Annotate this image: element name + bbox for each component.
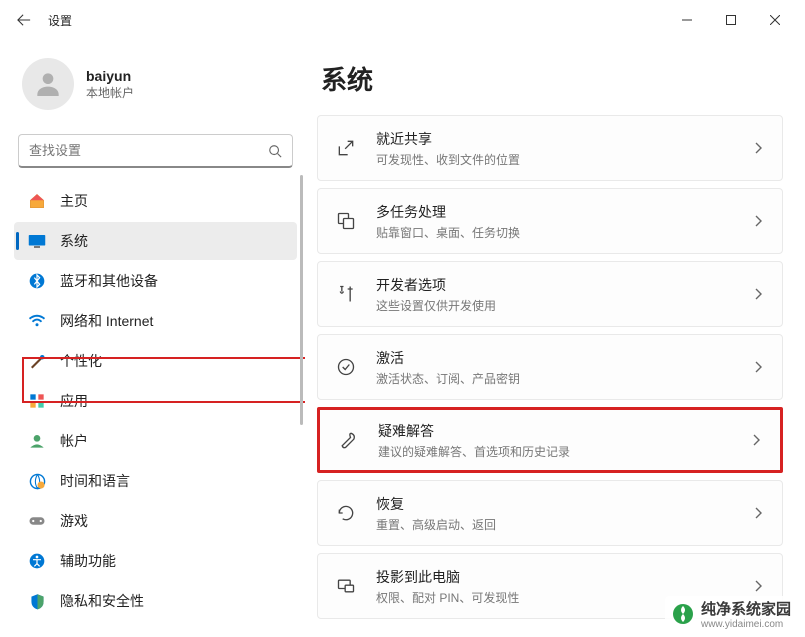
- sidebar-item-accessibility[interactable]: 辅助功能: [14, 542, 297, 580]
- globe-clock-icon: [28, 472, 46, 490]
- chevron-right-icon: [750, 213, 766, 229]
- titlebar: 设置: [0, 0, 805, 40]
- sidebar-item-time[interactable]: 时间和语言: [14, 462, 297, 500]
- card-subtitle: 可发现性、收到文件的位置: [376, 151, 750, 168]
- card-multitasking[interactable]: 多任务处理 贴靠窗口、桌面、任务切换: [317, 188, 783, 254]
- card-subtitle: 激活状态、订阅、产品密钥: [376, 370, 750, 387]
- sidebar-item-accounts[interactable]: 帐户: [14, 422, 297, 460]
- minimize-icon: [682, 15, 692, 25]
- card-subtitle: 重置、高级启动、返回: [376, 516, 750, 533]
- card-title: 恢复: [376, 494, 750, 514]
- system-icon: [28, 232, 46, 250]
- sidebar: baiyun 本地帐户 主页 系统 蓝牙和其他设备: [0, 40, 305, 637]
- sidebar-item-label: 个性化: [60, 351, 102, 371]
- sidebar-item-bluetooth[interactable]: 蓝牙和其他设备: [14, 262, 297, 300]
- chevron-right-icon: [750, 505, 766, 521]
- card-title: 就近共享: [376, 129, 750, 149]
- watermark-logo-icon: [671, 602, 695, 626]
- window-controls: [665, 4, 797, 36]
- user-block[interactable]: baiyun 本地帐户: [14, 50, 297, 128]
- sidebar-item-label: 帐户: [60, 431, 88, 451]
- card-subtitle: 建议的疑难解答、首选项和历史记录: [378, 443, 748, 460]
- multitask-icon: [334, 209, 358, 233]
- content-area: 系统 就近共享 可发现性、收到文件的位置 多任务处理 贴靠窗口、桌面、任务切换: [305, 40, 805, 637]
- account-icon: [28, 432, 46, 450]
- recovery-icon: [334, 501, 358, 525]
- page-title: 系统: [321, 60, 783, 97]
- sidebar-item-label: 蓝牙和其他设备: [60, 271, 158, 291]
- card-subtitle: 这些设置仅供开发使用: [376, 297, 750, 314]
- user-name: baiyun: [86, 68, 134, 84]
- chevron-right-icon: [748, 432, 764, 448]
- search-icon: [268, 144, 282, 158]
- bluetooth-icon: [28, 272, 46, 290]
- watermark-url: www.yidaimei.com: [701, 619, 791, 630]
- minimize-button[interactable]: [665, 4, 709, 36]
- sidebar-item-gaming[interactable]: 游戏: [14, 502, 297, 540]
- check-circle-icon: [334, 355, 358, 379]
- share-icon: [334, 136, 358, 160]
- card-title: 投影到此电脑: [376, 567, 750, 587]
- card-title: 疑难解答: [378, 421, 748, 441]
- accessibility-icon: [28, 552, 46, 570]
- watermark: 纯净系统家园 www.yidaimei.com: [665, 596, 797, 632]
- sidebar-item-apps[interactable]: 应用: [14, 382, 297, 420]
- avatar: [22, 58, 74, 110]
- sidebar-item-privacy[interactable]: 隐私和安全性: [14, 582, 297, 620]
- sidebar-item-label: 主页: [60, 191, 88, 211]
- card-developer[interactable]: 开发者选项 这些设置仅供开发使用: [317, 261, 783, 327]
- user-subtitle: 本地帐户: [86, 84, 134, 101]
- back-button[interactable]: [8, 4, 40, 36]
- watermark-text: 纯净系统家园: [701, 598, 791, 619]
- sidebar-scrollbar[interactable]: [300, 175, 303, 425]
- card-recovery[interactable]: 恢复 重置、高级启动、返回: [317, 480, 783, 546]
- project-icon: [334, 574, 358, 598]
- chevron-right-icon: [750, 578, 766, 594]
- user-icon: [32, 68, 64, 100]
- tools-icon: [334, 282, 358, 306]
- sidebar-item-label: 系统: [60, 231, 88, 251]
- arrow-left-icon: [17, 13, 31, 27]
- maximize-icon: [726, 15, 736, 25]
- close-icon: [770, 15, 780, 25]
- search-input[interactable]: [29, 143, 268, 158]
- sidebar-item-label: 辅助功能: [60, 551, 116, 571]
- card-title: 激活: [376, 348, 750, 368]
- sidebar-item-label: 应用: [60, 391, 88, 411]
- card-title: 开发者选项: [376, 275, 750, 295]
- chevron-right-icon: [750, 140, 766, 156]
- chevron-right-icon: [750, 359, 766, 375]
- maximize-button[interactable]: [709, 4, 753, 36]
- card-nearby-sharing[interactable]: 就近共享 可发现性、收到文件的位置: [317, 115, 783, 181]
- wifi-icon: [28, 312, 46, 330]
- settings-cards: 就近共享 可发现性、收到文件的位置 多任务处理 贴靠窗口、桌面、任务切换 开发者…: [317, 115, 783, 622]
- sidebar-item-network[interactable]: 网络和 Internet: [14, 302, 297, 340]
- sidebar-item-system[interactable]: 系统: [14, 222, 297, 260]
- brush-icon: [28, 352, 46, 370]
- shield-icon: [28, 592, 46, 610]
- nav-list: 主页 系统 蓝牙和其他设备 网络和 Internet 个性化: [14, 182, 297, 620]
- sidebar-item-label: 网络和 Internet: [60, 311, 153, 331]
- sidebar-item-label: 隐私和安全性: [60, 591, 144, 611]
- card-subtitle: 贴靠窗口、桌面、任务切换: [376, 224, 750, 241]
- search-box[interactable]: [18, 134, 293, 168]
- sidebar-item-label: 时间和语言: [60, 471, 130, 491]
- sidebar-item-home[interactable]: 主页: [14, 182, 297, 220]
- sidebar-item-label: 游戏: [60, 511, 88, 531]
- card-troubleshoot[interactable]: 疑难解答 建议的疑难解答、首选项和历史记录: [317, 407, 783, 473]
- sidebar-item-personalize[interactable]: 个性化: [14, 342, 297, 380]
- chevron-right-icon: [750, 286, 766, 302]
- card-activation[interactable]: 激活 激活状态、订阅、产品密钥: [317, 334, 783, 400]
- gamepad-icon: [28, 512, 46, 530]
- card-title: 多任务处理: [376, 202, 750, 222]
- wrench-icon: [336, 428, 360, 452]
- close-button[interactable]: [753, 4, 797, 36]
- apps-icon: [28, 392, 46, 410]
- home-icon: [28, 192, 46, 210]
- app-title: 设置: [48, 12, 72, 29]
